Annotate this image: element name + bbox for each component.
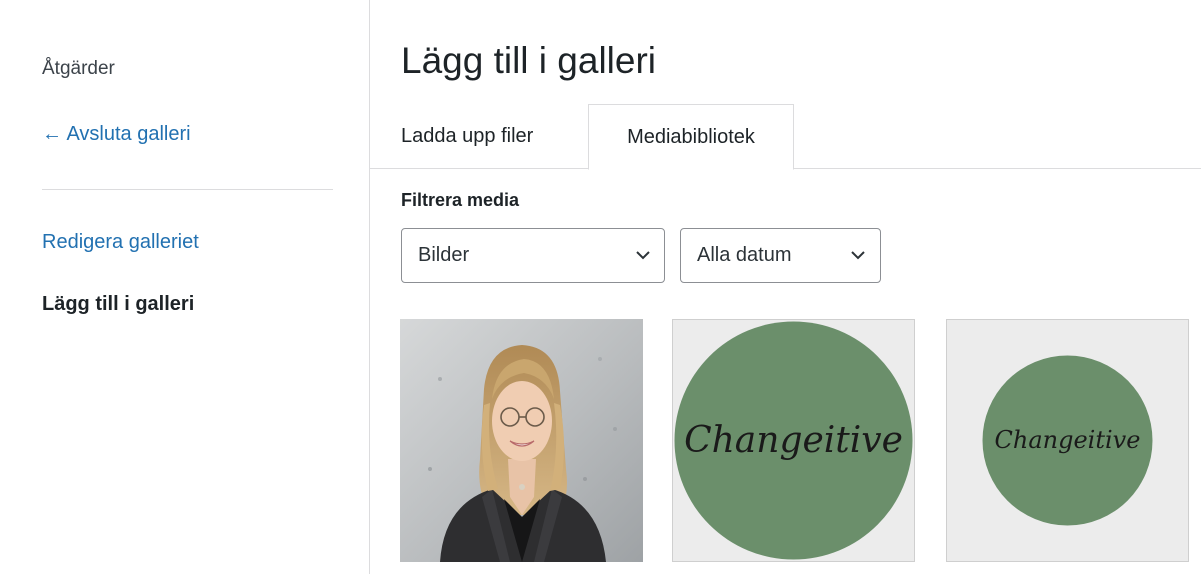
changeitive-logo-image: Changeitive (674, 321, 913, 560)
tab-media-library[interactable]: Mediabibliotek (588, 104, 794, 170)
edit-gallery-link[interactable]: Redigera galleriet (42, 231, 199, 254)
sidebar-current-item: Lägg till i galleri (42, 293, 195, 315)
attachment-thumbnail-portrait[interactable] (400, 319, 643, 562)
media-type-value: Bilder (418, 244, 470, 266)
tab-upload-files[interactable]: Ladda upp filer (401, 104, 533, 169)
sidebar-divider (42, 189, 333, 190)
media-date-value: Alla datum (697, 244, 792, 266)
attachment-thumbnail-logo-small[interactable]: Changeitive (946, 319, 1189, 562)
logo-text: Changeitive (684, 420, 903, 461)
portrait-photo (400, 319, 643, 562)
media-modal: Åtgärder ← Avsluta galleri Redigera gall… (0, 0, 1201, 574)
attachment-thumbnail-logo-large[interactable]: Changeitive (672, 319, 915, 562)
chevron-down-icon (636, 251, 650, 260)
cancel-gallery-link[interactable]: ← Avsluta galleri (42, 123, 191, 146)
media-tabs: Ladda upp filer Mediabibliotek (370, 104, 1201, 170)
changeitive-logo-image: Changeitive (982, 355, 1153, 526)
chevron-down-icon (851, 251, 865, 260)
page-title: Lägg till i galleri (401, 40, 657, 81)
media-sidebar: Åtgärder ← Avsluta galleri Redigera gall… (0, 0, 370, 574)
media-date-select[interactable]: Alla datum (680, 228, 881, 283)
media-type-select[interactable]: Bilder (401, 228, 665, 283)
sidebar-heading: Åtgärder (42, 58, 115, 79)
logo-text: Changeitive (995, 426, 1141, 454)
filter-media-label: Filtrera media (401, 190, 520, 210)
